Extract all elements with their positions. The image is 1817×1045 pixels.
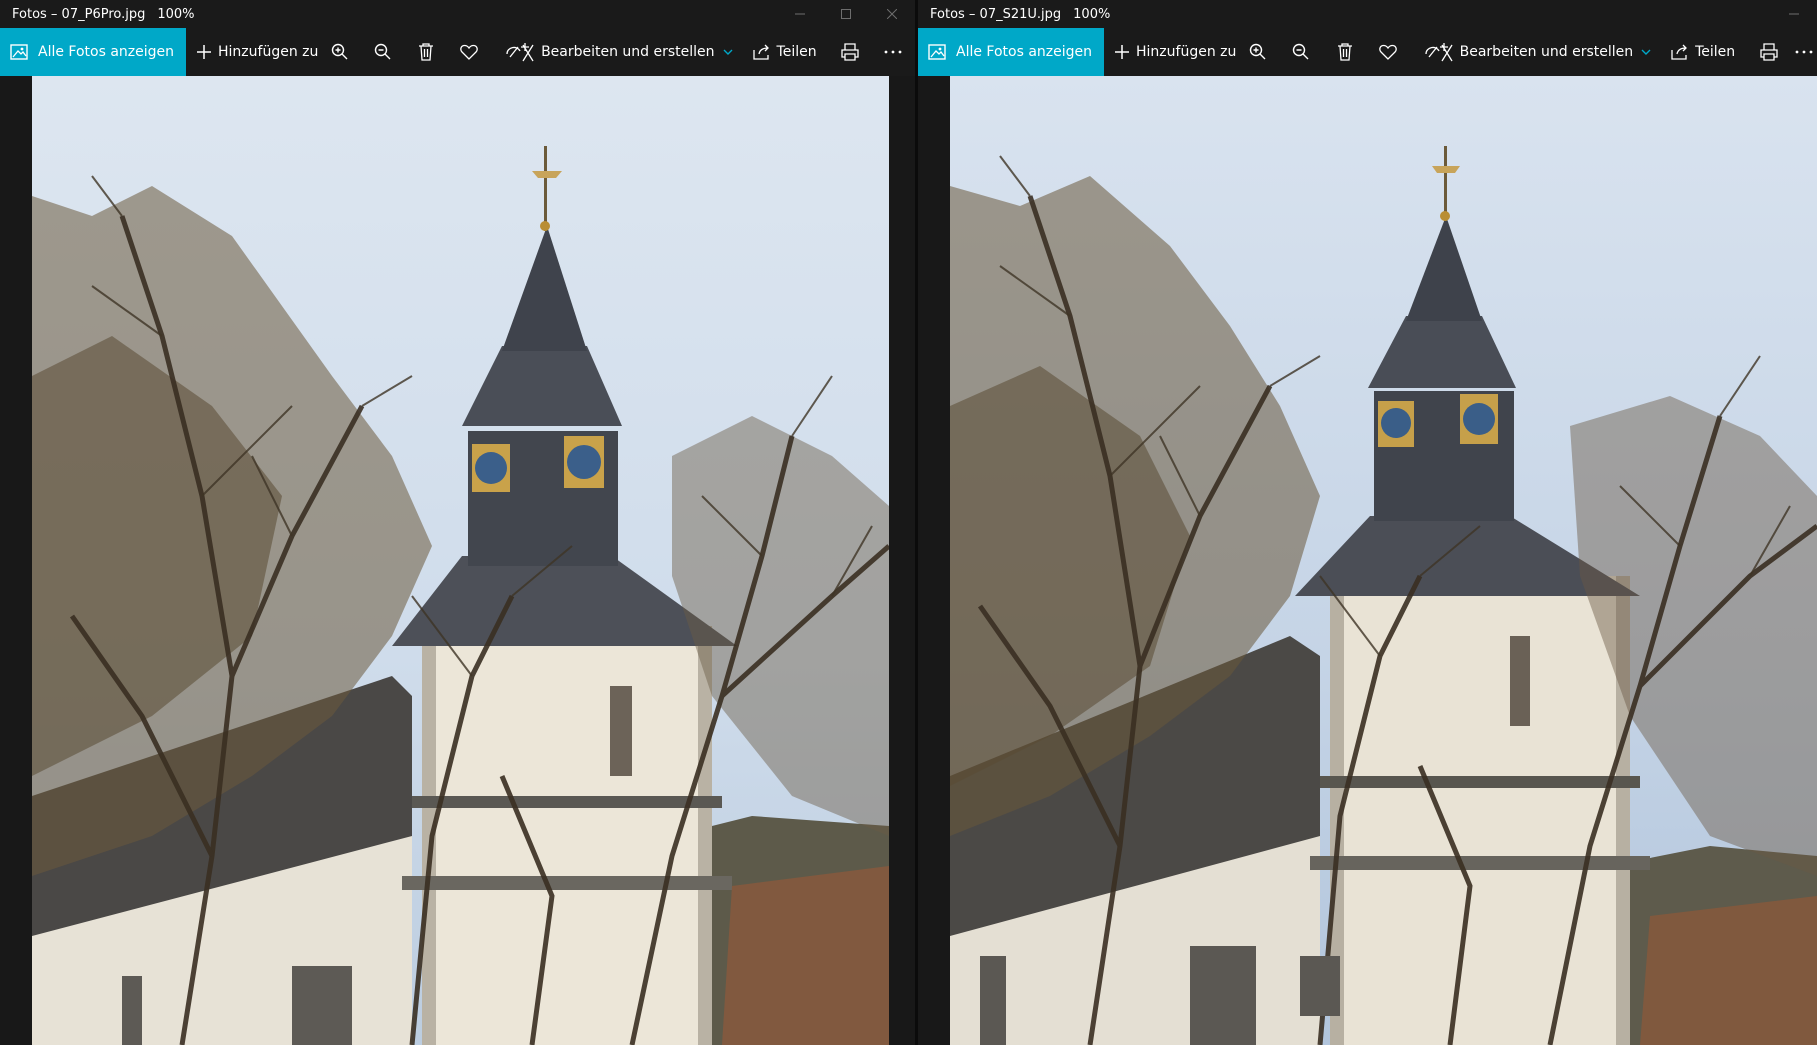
window-controls xyxy=(777,0,915,28)
photo-view[interactable] xyxy=(950,76,1817,1045)
toolbar: Alle Fotos anzeigen Hinzufügen zu Bearbe… xyxy=(0,28,915,76)
favorite-button[interactable] xyxy=(1366,28,1409,76)
more-button[interactable] xyxy=(1790,28,1817,76)
share-label: Teilen xyxy=(1695,44,1736,60)
heart-icon xyxy=(460,44,479,60)
favorite-button[interactable] xyxy=(448,28,491,76)
share-icon xyxy=(1671,44,1688,60)
photo-view[interactable] xyxy=(32,76,889,1045)
plus-icon xyxy=(197,45,212,59)
edit-create-icon xyxy=(1424,43,1453,62)
photos-window-left: Fotos – 07_P6Pro.jpg 100% Alle Fotos anz… xyxy=(0,0,915,1045)
close-icon xyxy=(887,9,897,19)
zoom-in-icon xyxy=(331,43,348,60)
edit-create-label: Bearbeiten und erstellen xyxy=(1459,44,1634,60)
zoom-out-button[interactable] xyxy=(1280,28,1323,76)
delete-button[interactable] xyxy=(1323,28,1366,76)
more-icon xyxy=(1795,50,1813,54)
edit-create-button[interactable]: Bearbeiten und erstellen xyxy=(1410,28,1651,76)
zoom-level: 100% xyxy=(157,6,195,22)
print-icon xyxy=(841,43,859,61)
delete-button[interactable] xyxy=(405,28,448,76)
maximize-button[interactable] xyxy=(823,0,869,28)
window-title: Fotos – 07_S21U.jpg xyxy=(930,6,1062,22)
photo-gallery-icon xyxy=(10,44,28,60)
chevron-down-icon xyxy=(1641,49,1651,55)
print-icon xyxy=(1760,43,1778,61)
add-to-button[interactable]: Hinzufügen zu xyxy=(186,28,318,76)
print-button[interactable] xyxy=(829,28,872,76)
share-icon xyxy=(752,44,769,60)
church-photo xyxy=(950,76,1817,1045)
zoom-in-icon xyxy=(1249,43,1266,60)
chevron-down-icon xyxy=(723,49,733,55)
maximize-icon xyxy=(841,9,851,19)
plus-icon xyxy=(1115,45,1130,59)
edit-create-icon xyxy=(506,43,534,62)
add-to-label: Hinzufügen zu xyxy=(218,44,319,60)
more-icon xyxy=(884,50,902,54)
minimize-button[interactable] xyxy=(777,0,823,28)
minimize-icon xyxy=(795,13,805,15)
title-bar[interactable]: Fotos – 07_S21U.jpg 100% xyxy=(918,0,1817,28)
trash-icon xyxy=(419,43,434,61)
share-button[interactable]: Teilen xyxy=(733,28,817,76)
all-photos-label: Alle Fotos anzeigen xyxy=(956,44,1093,60)
heart-icon xyxy=(1379,44,1397,60)
zoom-in-button[interactable] xyxy=(318,28,361,76)
minimize-button[interactable] xyxy=(1771,0,1817,28)
close-button[interactable] xyxy=(869,0,915,28)
all-photos-button[interactable]: Alle Fotos anzeigen xyxy=(918,28,1105,76)
church-photo xyxy=(32,76,889,1045)
photo-gallery-icon xyxy=(928,44,946,60)
edit-create-button[interactable]: Bearbeiten und erstellen xyxy=(491,28,733,76)
share-label: Teilen xyxy=(776,44,817,60)
window-title: Fotos – 07_P6Pro.jpg xyxy=(12,6,146,22)
add-to-label: Hinzufügen zu xyxy=(1136,44,1237,60)
print-button[interactable] xyxy=(1747,28,1790,76)
photos-window-right: Fotos – 07_S21U.jpg 100% Alle Fotos anze… xyxy=(918,0,1817,1045)
zoom-out-icon xyxy=(1293,43,1309,60)
edit-create-label: Bearbeiten und erstellen xyxy=(541,44,715,60)
add-to-button[interactable]: Hinzufügen zu xyxy=(1104,28,1236,76)
zoom-level: 100% xyxy=(1073,6,1111,22)
zoom-out-button[interactable] xyxy=(362,28,405,76)
window-controls xyxy=(1771,0,1817,28)
title-bar[interactable]: Fotos – 07_P6Pro.jpg 100% xyxy=(0,0,915,28)
all-photos-button[interactable]: Alle Fotos anzeigen xyxy=(0,28,187,76)
share-button[interactable]: Teilen xyxy=(1651,28,1735,76)
zoom-out-icon xyxy=(374,43,391,60)
more-button[interactable] xyxy=(872,28,915,76)
toolbar: Alle Fotos anzeigen Hinzufügen zu Bearbe… xyxy=(918,28,1817,76)
minimize-icon xyxy=(1789,13,1799,15)
trash-icon xyxy=(1337,43,1352,61)
all-photos-label: Alle Fotos anzeigen xyxy=(38,44,175,60)
zoom-in-button[interactable] xyxy=(1236,28,1279,76)
